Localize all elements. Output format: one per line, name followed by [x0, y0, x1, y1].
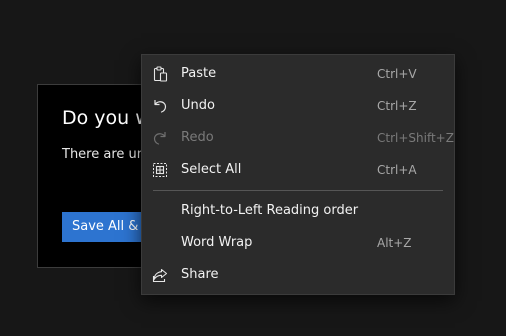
menu-item-label: Redo: [181, 130, 214, 145]
select-all-icon: [152, 162, 168, 178]
menu-item-undo[interactable]: Undo Ctrl+Z: [142, 90, 454, 122]
context-menu: Paste Ctrl+V Undo Ctrl+Z Redo Ctrl+Shift…: [141, 54, 455, 295]
menu-item-shortcut: Ctrl+Z: [377, 99, 417, 113]
menu-item-word-wrap[interactable]: Word Wrap Alt+Z: [142, 227, 454, 259]
menu-item-label: Right-to-Left Reading order: [181, 203, 359, 218]
menu-item-rtl-reading-order[interactable]: Right-to-Left Reading order: [142, 195, 454, 227]
menu-item-shortcut: Ctrl+V: [377, 67, 417, 81]
menu-item-redo[interactable]: Redo Ctrl+Shift+Z: [142, 122, 454, 154]
menu-item-share[interactable]: Share: [142, 259, 454, 291]
share-icon: [152, 267, 168, 283]
menu-item-shortcut: Alt+Z: [377, 236, 412, 250]
undo-icon: [152, 98, 168, 114]
menu-item-paste[interactable]: Paste Ctrl+V: [142, 58, 454, 90]
paste-icon: [152, 66, 168, 82]
menu-item-label: Word Wrap: [181, 235, 253, 250]
menu-item-shortcut: Ctrl+Shift+Z: [377, 131, 454, 145]
menu-item-label: Select All: [181, 162, 242, 177]
dialog-title: Do you w: [62, 107, 151, 129]
menu-item-select-all[interactable]: Select All Ctrl+A: [142, 154, 454, 186]
menu-item-label: Undo: [181, 98, 215, 113]
dialog-message: There are un: [62, 147, 146, 162]
menu-separator: [153, 190, 443, 191]
menu-item-label: Paste: [181, 66, 217, 81]
menu-item-shortcut: Ctrl+A: [377, 163, 417, 177]
menu-item-label: Share: [181, 267, 219, 282]
redo-icon: [152, 130, 168, 146]
